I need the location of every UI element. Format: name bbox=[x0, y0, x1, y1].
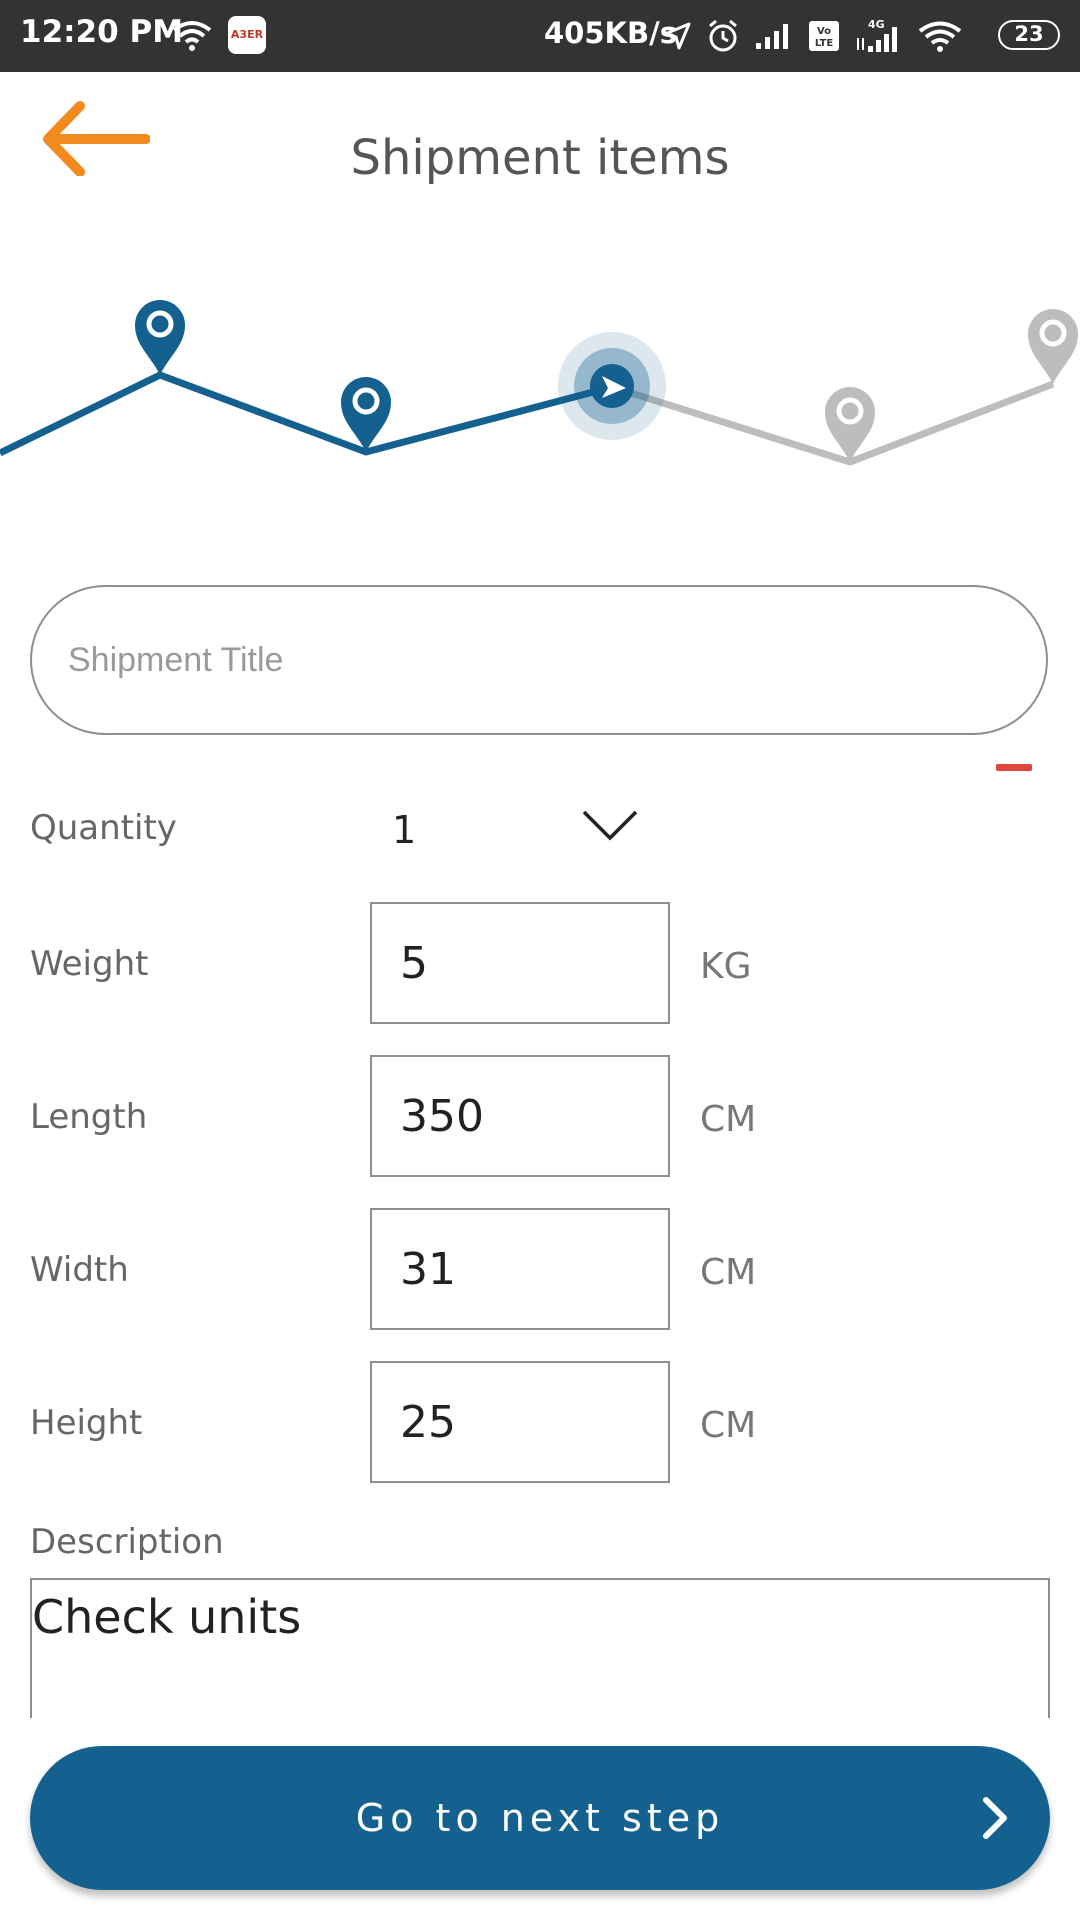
height-unit: CM bbox=[700, 1405, 757, 1446]
step-2-pin-icon bbox=[341, 377, 391, 452]
shipment-title-input[interactable] bbox=[66, 639, 952, 681]
width-unit: CM bbox=[700, 1252, 757, 1293]
width-value: 31 bbox=[400, 1243, 456, 1295]
location-arrow-icon bbox=[663, 22, 691, 50]
height-label: Height bbox=[30, 1403, 143, 1443]
quantity-dropdown[interactable] bbox=[580, 806, 640, 850]
page-title: Shipment items bbox=[350, 130, 730, 186]
svg-text:4G: 4G bbox=[868, 18, 885, 31]
app-notification-icon: A3ER bbox=[228, 16, 266, 54]
length-label: Length bbox=[30, 1097, 148, 1137]
weight-unit: KG bbox=[700, 946, 752, 987]
step-1-pin-icon bbox=[135, 300, 185, 375]
width-label: Width bbox=[30, 1250, 129, 1290]
next-step-button[interactable]: Go to next step bbox=[30, 1746, 1050, 1890]
description-label: Description bbox=[30, 1522, 224, 1562]
step-5-pin-icon bbox=[1028, 309, 1078, 384]
weight-label: Weight bbox=[30, 944, 149, 984]
length-unit: CM bbox=[700, 1099, 757, 1140]
next-step-label: Go to next step bbox=[355, 1796, 725, 1840]
svg-text:Vo: Vo bbox=[817, 26, 831, 37]
error-indicator bbox=[996, 764, 1032, 771]
shipment-title-field[interactable] bbox=[30, 585, 1048, 735]
wifi-icon bbox=[172, 18, 212, 56]
svg-text:LTE: LTE bbox=[815, 38, 834, 49]
status-time: 12:20 PM bbox=[20, 14, 184, 50]
height-value: 25 bbox=[400, 1396, 456, 1448]
chevron-down-icon bbox=[582, 810, 638, 841]
length-input[interactable]: 350 bbox=[370, 1055, 670, 1177]
height-input[interactable]: 25 bbox=[370, 1361, 670, 1483]
volte-icon: Vo LTE bbox=[809, 21, 839, 51]
weight-value: 5 bbox=[400, 937, 428, 989]
weight-input[interactable]: 5 bbox=[370, 902, 670, 1024]
length-value: 350 bbox=[400, 1090, 484, 1142]
status-icons: Vo LTE 4G bbox=[662, 16, 964, 56]
alarm-icon bbox=[709, 19, 737, 52]
progress-track bbox=[0, 300, 1078, 466]
wifi-icon-2 bbox=[918, 21, 962, 52]
signal-4g-icon: 4G bbox=[857, 18, 897, 52]
chevron-right-icon bbox=[983, 1797, 1007, 1839]
battery-indicator: 23 bbox=[998, 20, 1060, 50]
signal-icon bbox=[756, 24, 788, 49]
quantity-value[interactable]: 1 bbox=[392, 808, 416, 852]
description-textarea[interactable]: Check units bbox=[30, 1578, 1050, 1718]
step-4-pin-icon bbox=[825, 387, 875, 462]
network-speed: 405KB/s bbox=[544, 16, 677, 50]
width-input[interactable]: 31 bbox=[370, 1208, 670, 1330]
description-value: Check units bbox=[32, 1590, 302, 1644]
quantity-label: Quantity bbox=[30, 808, 177, 848]
status-bar: 12:20 PM A3ER 405KB/s Vo LTE 4G 23 bbox=[0, 0, 1080, 72]
step-3-current-icon bbox=[558, 332, 666, 440]
